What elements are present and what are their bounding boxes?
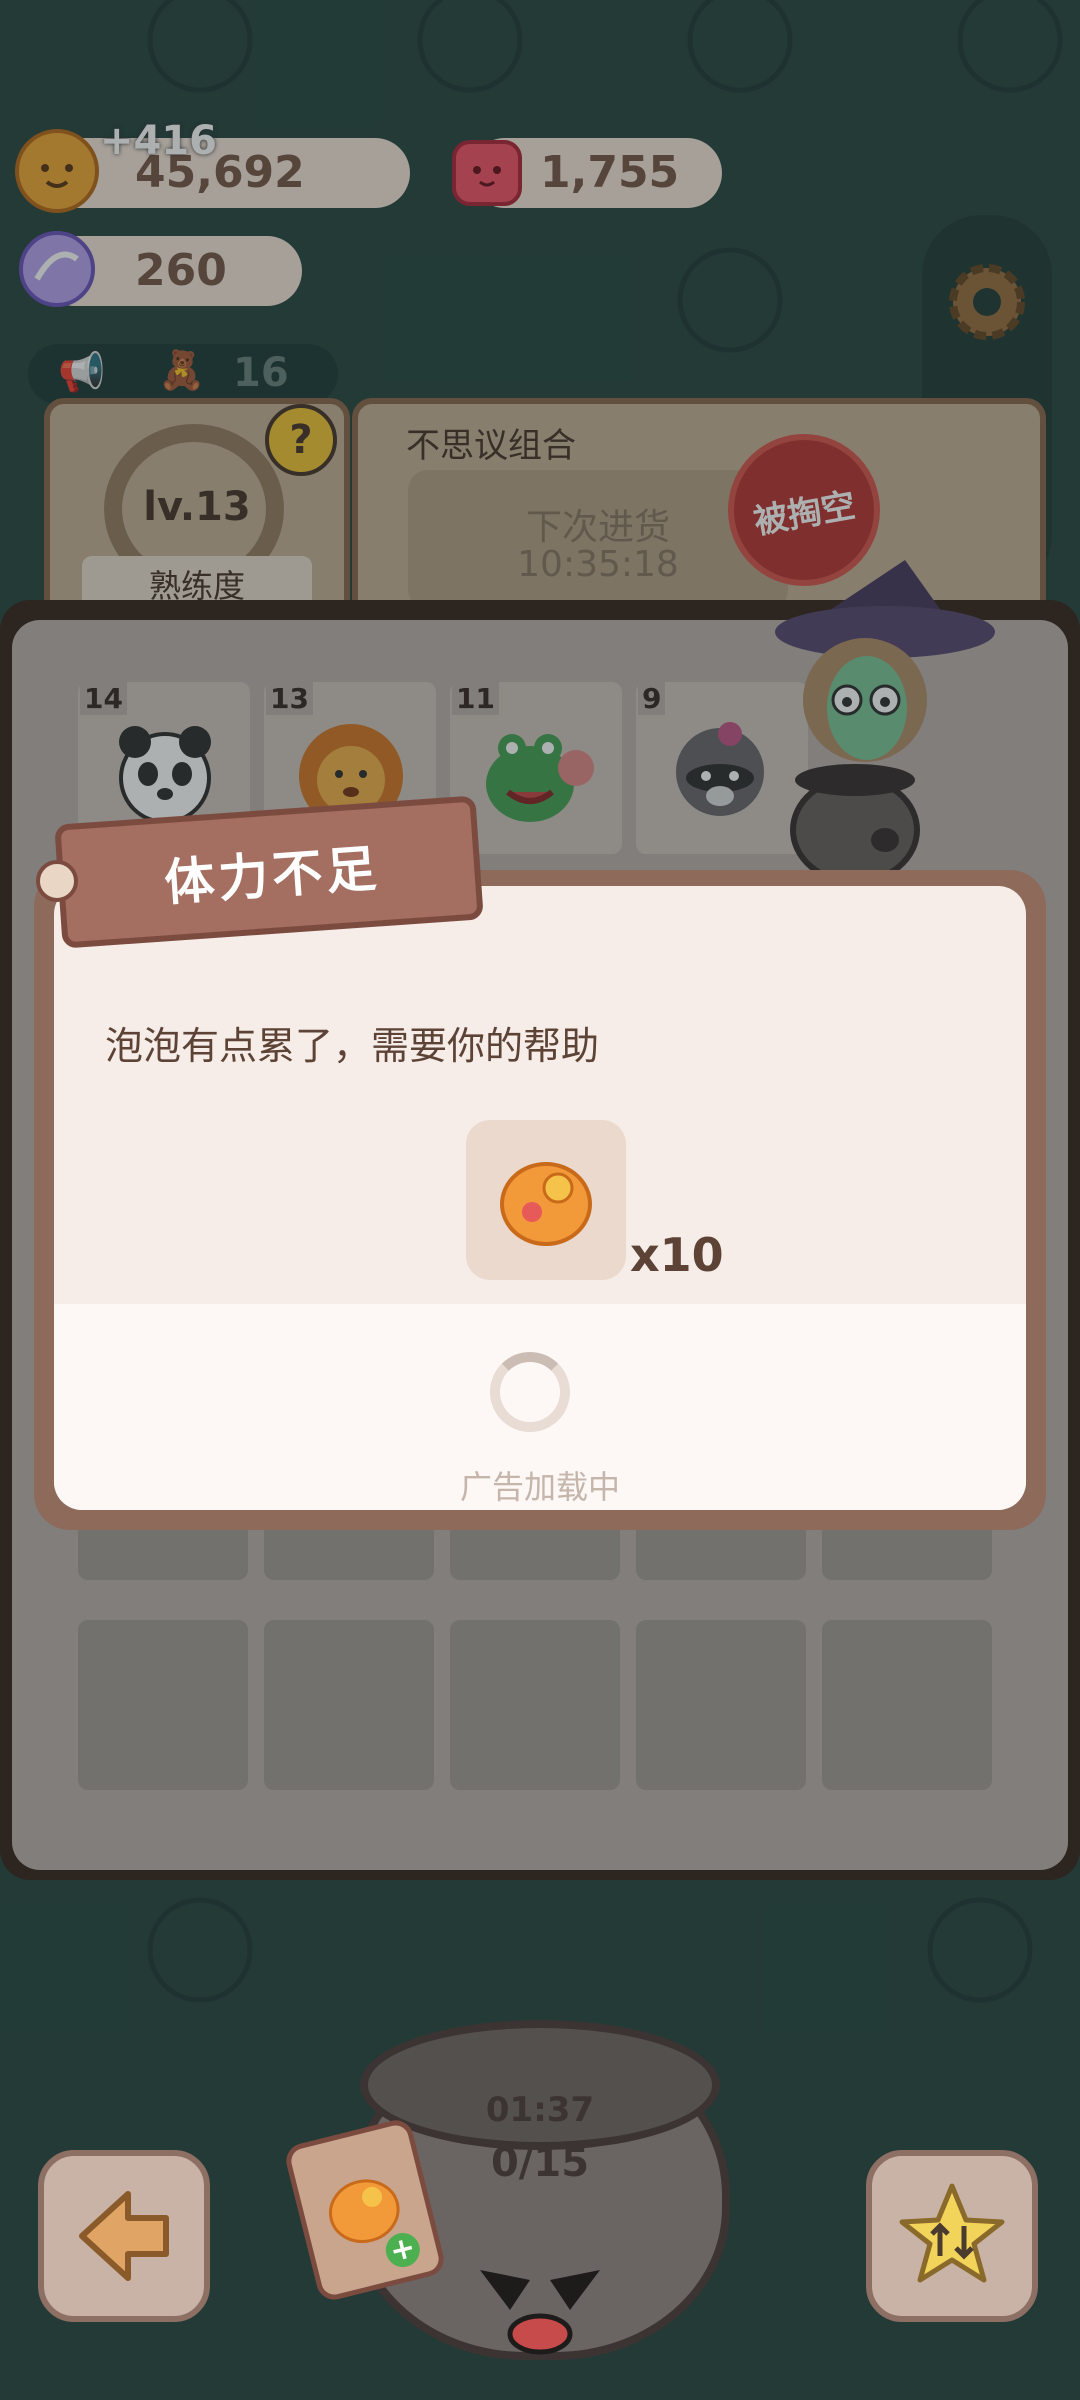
tag-hole [36,860,78,902]
loading-text: 广告加载中 [459,1468,620,1506]
pot-face [480,2270,600,2355]
pot-timer: 01:37 [485,2090,595,2130]
reward-item [466,1120,626,1280]
dialog-title: 体力不足 [162,839,383,913]
dialog-message: 泡泡有点累了，需要你的帮助 [105,1024,600,1068]
swap-button[interactable] [866,2150,1038,2322]
back-arrow-icon [79,2191,169,2281]
star-swap-icon [899,2183,1005,2283]
pot-rim [360,2020,720,2150]
loading-spinner-icon [490,1352,570,1432]
energy-bubble-icon [500,1162,592,1246]
reward-quantity: x10 [630,1228,724,1282]
add-plus-icon: + [382,2229,424,2271]
